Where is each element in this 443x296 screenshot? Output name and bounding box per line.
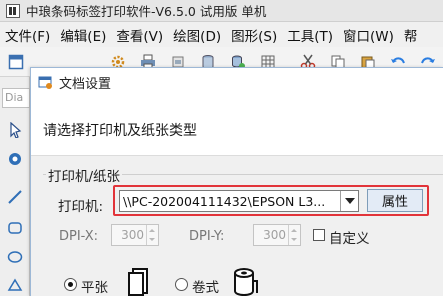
menu-draw[interactable]: 绘图(D) <box>171 25 223 45</box>
dialog-title-bar[interactable]: 文档设置 <box>31 68 443 96</box>
dialog-title: 文档设置 <box>59 76 112 92</box>
menu-shape[interactable]: 图形(S) <box>229 25 279 45</box>
printer-paper-group-label: 打印机/纸张 <box>46 165 123 185</box>
partial-input[interactable]: Dia <box>2 88 30 108</box>
flat-paper-radio[interactable] <box>64 278 77 291</box>
app-title: 中琅条码标签打印软件-V6.5.0 试用版 单机 <box>26 4 267 19</box>
dpi-x-spin-buttons[interactable] <box>146 225 158 245</box>
menu-help[interactable]: 帮 <box>402 25 420 45</box>
printer-select-value: \\PC-202004111432\EPSON L3... <box>123 193 326 209</box>
chevron-down-icon[interactable] <box>340 191 358 211</box>
paper-roll-icon <box>234 268 258 296</box>
spin-up-icon[interactable] <box>291 229 297 232</box>
custom-label[interactable]: 自定义 <box>329 227 370 247</box>
dpi-x-spinner[interactable]: 300 <box>111 224 159 246</box>
printer-label: 打印机: <box>58 199 104 215</box>
rotate-icon[interactable] <box>7 151 23 167</box>
properties-button[interactable]: 属性 <box>367 189 423 212</box>
menu-edit[interactable]: 编辑(E) <box>58 25 108 45</box>
rounded-rect-tool-icon[interactable] <box>7 220 23 236</box>
polygon-tool-icon[interactable] <box>7 278 23 294</box>
dpi-y-label: DPI-Y: <box>189 229 225 244</box>
line-tool-icon[interactable] <box>7 189 23 205</box>
menu-view[interactable]: 查看(V) <box>114 25 165 45</box>
app-title-bar: 中琅条码标签打印软件-V6.5.0 试用版 单机 <box>0 0 443 22</box>
spin-down-icon[interactable] <box>149 238 155 241</box>
roll-paper-radio[interactable] <box>175 278 188 291</box>
dpi-x-label: DPI-X: <box>59 229 99 244</box>
flat-paper-label[interactable]: 平张 <box>81 276 108 296</box>
dialog-window-icon <box>38 76 52 89</box>
menu-window[interactable]: 窗口(W) <box>341 25 396 45</box>
menu-bar: 文件(F) 编辑(E) 查看(V) 绘图(D) 图形(S) 工具(T) 窗口(W… <box>0 22 443 47</box>
menu-tools[interactable]: 工具(T) <box>285 25 335 45</box>
document-settings-dialog: 文档设置 请选择打印机及纸张类型 打印机/纸张 打印机: \\PC-202004… <box>30 67 443 296</box>
menu-file[interactable]: 文件(F) <box>3 25 52 45</box>
dialog-subtitle: 请选择打印机及纸张类型 <box>43 123 197 139</box>
select-pointer-icon[interactable] <box>7 122 23 138</box>
roll-paper-label[interactable]: 卷式 <box>192 276 219 296</box>
new-document-icon[interactable] <box>8 54 24 70</box>
dpi-y-spin-buttons[interactable] <box>288 225 300 245</box>
dpi-x-value: 300 <box>121 228 144 242</box>
ellipse-tool-icon[interactable] <box>7 249 23 265</box>
spin-down-icon[interactable] <box>291 238 297 241</box>
spin-up-icon[interactable] <box>149 229 155 232</box>
dpi-y-value: 300 <box>263 228 286 242</box>
flat-paper-icon <box>128 268 148 296</box>
custom-checkbox[interactable] <box>313 229 325 241</box>
left-toolbox: Dia <box>0 77 30 296</box>
printer-select[interactable]: \\PC-202004111432\EPSON L3... <box>119 190 359 212</box>
dpi-y-spinner[interactable]: 300 <box>253 224 301 246</box>
app-logo-icon <box>6 3 20 18</box>
